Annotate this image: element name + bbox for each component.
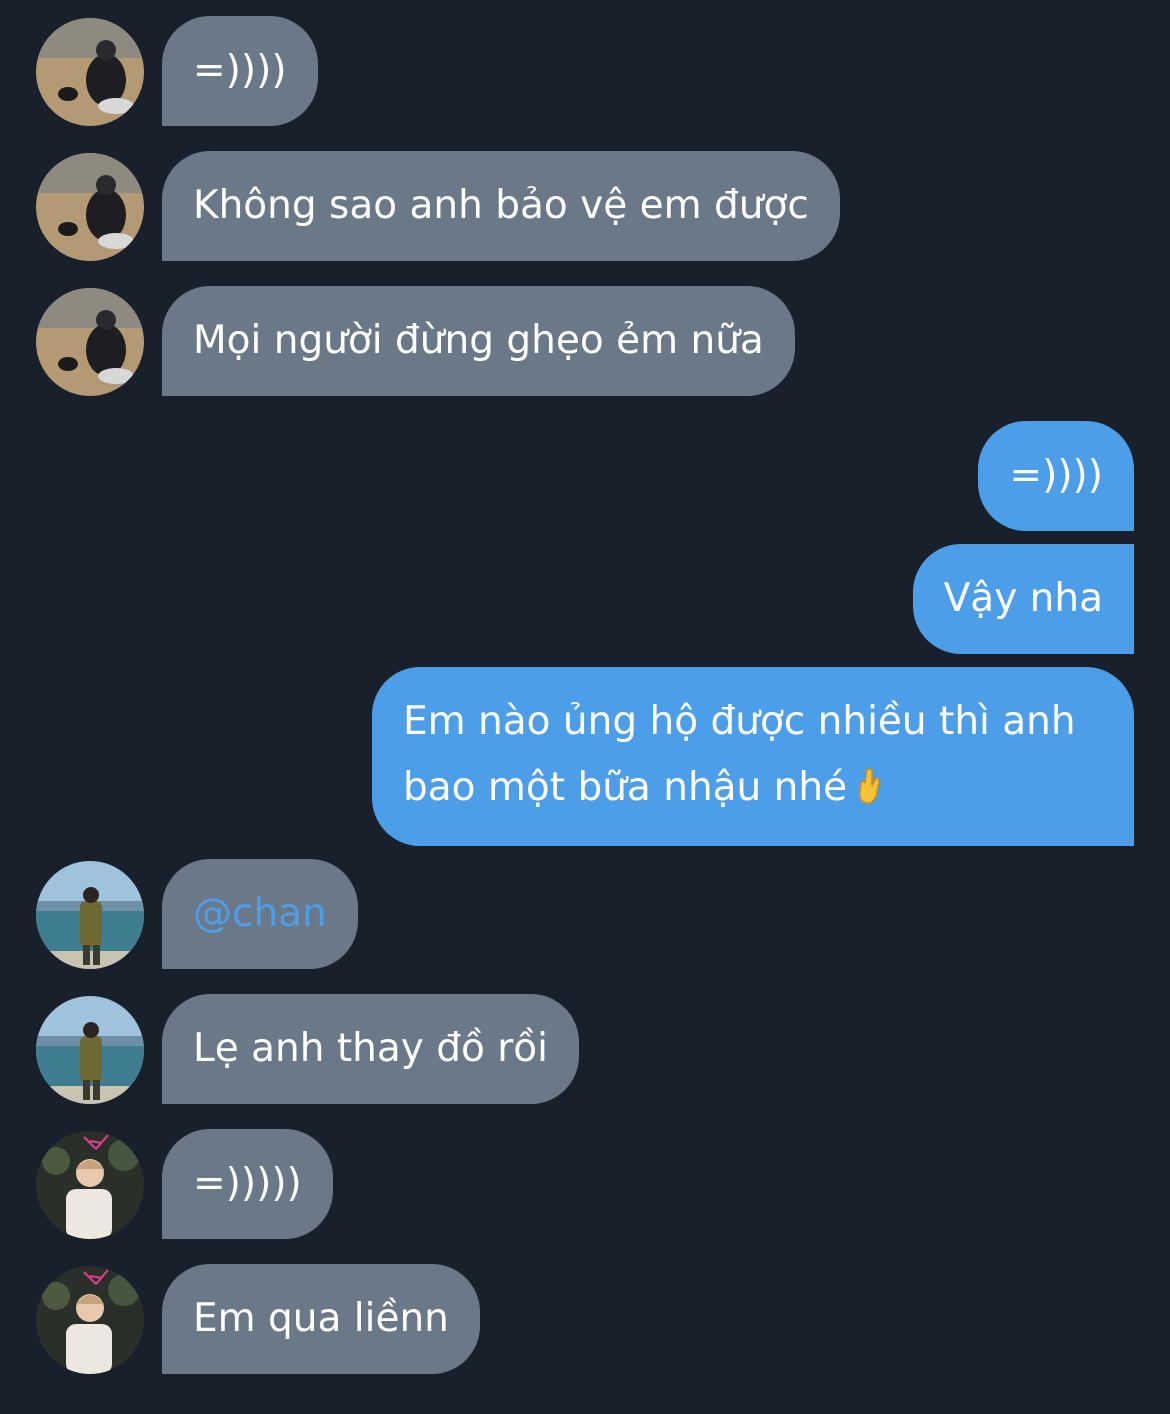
- message-bubble: Mọi người đừng ghẹo ẻm nữa: [162, 286, 795, 396]
- message-outgoing[interactable]: Em nào ủng hộ được nhiều thì anh bao một…: [0, 667, 1170, 846]
- avatar-photo-icon: [36, 153, 144, 261]
- avatar-photo-icon: [36, 18, 144, 126]
- message-incoming[interactable]: =))))): [0, 1129, 1170, 1239]
- avatar-user-c[interactable]: [36, 1266, 144, 1374]
- message-text: Em nào ủng hộ được nhiều thì anh bao một…: [403, 699, 1076, 810]
- message-bubble: =))))): [162, 1129, 333, 1239]
- avatar-user-a[interactable]: [36, 18, 144, 126]
- message-incoming[interactable]: @chan: [0, 859, 1170, 969]
- avatar-user-a[interactable]: [36, 288, 144, 396]
- message-incoming[interactable]: Em qua liềnn: [0, 1264, 1170, 1374]
- avatar-photo-icon: [36, 996, 144, 1104]
- message-bubble: =)))): [978, 421, 1134, 531]
- message-bubble: =)))): [162, 16, 318, 126]
- chat-thread[interactable]: =)))) Không sao anh bảo vệ em được Mọi n…: [0, 0, 1170, 1414]
- message-bubble: Em nào ủng hộ được nhiều thì anh bao một…: [372, 667, 1134, 846]
- message-bubble: Em qua liềnn: [162, 1264, 480, 1374]
- avatar-photo-icon: [36, 861, 144, 969]
- mention-link[interactable]: @chan: [193, 891, 327, 936]
- message-bubble: Lẹ anh thay đồ rồi: [162, 994, 579, 1104]
- crossed-fingers-icon: [859, 768, 881, 804]
- message-bubble: Vậy nha: [912, 544, 1134, 654]
- message-incoming[interactable]: =)))): [0, 16, 1170, 126]
- message-outgoing[interactable]: =)))): [0, 421, 1170, 531]
- message-incoming[interactable]: Lẹ anh thay đồ rồi: [0, 994, 1170, 1104]
- avatar-photo-icon: [36, 1266, 144, 1374]
- message-bubble: @chan: [162, 859, 358, 969]
- avatar-user-a[interactable]: [36, 153, 144, 261]
- message-incoming[interactable]: Không sao anh bảo vệ em được: [0, 151, 1170, 261]
- avatar-user-c[interactable]: [36, 1131, 144, 1239]
- avatar-photo-icon: [36, 288, 144, 396]
- message-outgoing[interactable]: Vậy nha: [0, 544, 1170, 654]
- message-incoming[interactable]: Mọi người đừng ghẹo ẻm nữa: [0, 286, 1170, 396]
- avatar-photo-icon: [36, 1131, 144, 1239]
- avatar-user-b[interactable]: [36, 996, 144, 1104]
- message-bubble: Không sao anh bảo vệ em được: [162, 151, 840, 261]
- avatar-user-b[interactable]: [36, 861, 144, 969]
